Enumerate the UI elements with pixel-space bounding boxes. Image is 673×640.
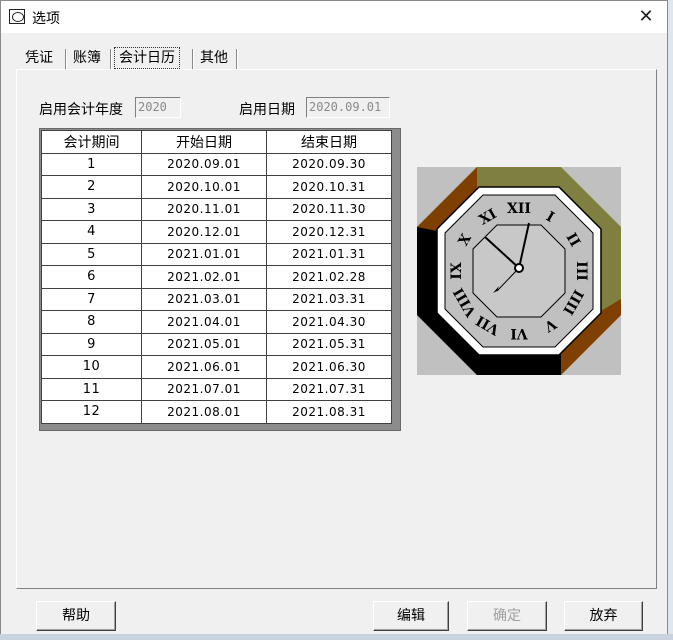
end-date-cell[interactable]: 2021.02.28 bbox=[266, 265, 392, 289]
start-date-cell[interactable]: 2021.04.01 bbox=[141, 310, 267, 334]
end-date-cell[interactable]: 2020.11.30 bbox=[266, 197, 392, 221]
table-row[interactable]: 12 2021.08.01 2021.08.31 bbox=[41, 400, 392, 424]
fiscal-year-label: 启用会计年度 bbox=[39, 102, 123, 118]
edit-button[interactable]: 编辑 bbox=[373, 601, 449, 631]
table-row[interactable]: 2 2020.10.01 2020.10.31 bbox=[41, 175, 392, 199]
start-date-cell[interactable]: 2020.10.01 bbox=[141, 175, 267, 199]
fiscal-year-field[interactable]: 2020 bbox=[135, 97, 181, 118]
close-icon[interactable]: ✕ bbox=[631, 5, 661, 29]
start-date-cell[interactable]: 2021.02.01 bbox=[141, 265, 267, 289]
end-date-cell[interactable]: 2021.07.31 bbox=[266, 377, 392, 401]
start-date-field[interactable]: 2020.09.01 bbox=[306, 97, 390, 118]
end-date-cell[interactable]: 2021.01.31 bbox=[266, 242, 392, 266]
end-date-cell[interactable]: 2020.10.31 bbox=[266, 175, 392, 199]
period-cell[interactable]: 11 bbox=[41, 377, 142, 401]
tab-ledger[interactable]: 账簿 bbox=[69, 47, 105, 69]
clock-numeral: III bbox=[573, 261, 589, 281]
column-header-start-date[interactable]: 开始日期 bbox=[141, 130, 267, 154]
table-row[interactable]: 9 2021.05.01 2021.05.31 bbox=[41, 332, 392, 356]
period-cell[interactable]: 3 bbox=[41, 197, 142, 221]
period-cell[interactable]: 10 bbox=[41, 355, 142, 379]
column-header-period[interactable]: 会计期间 bbox=[41, 130, 142, 154]
period-cell[interactable]: 7 bbox=[41, 287, 142, 311]
tab-separator bbox=[236, 49, 238, 69]
end-date-cell[interactable]: 2021.04.30 bbox=[266, 310, 392, 334]
clock-illustration: XII IIIIIIIIIIVVIVIIVIIIIXXXI bbox=[417, 167, 621, 375]
period-table: 会计期间 开始日期 结束日期 1 2020.09.01 2020.09.30 2 202… bbox=[41, 130, 392, 424]
tab-voucher[interactable]: 凭证 bbox=[21, 47, 57, 69]
start-date-cell[interactable]: 2021.01.01 bbox=[141, 242, 267, 266]
start-date-cell[interactable]: 2021.06.01 bbox=[141, 355, 267, 379]
tab-other[interactable]: 其他 bbox=[196, 47, 232, 69]
end-date-cell[interactable]: 2020.12.31 bbox=[266, 220, 392, 244]
table-row[interactable]: 11 2021.07.01 2021.07.31 bbox=[41, 377, 392, 401]
end-date-cell[interactable]: 2021.08.31 bbox=[266, 400, 392, 424]
period-cell[interactable]: 2 bbox=[41, 175, 142, 199]
period-grid: 会计期间 开始日期 结束日期 1 2020.09.01 2020.09.30 2 202… bbox=[39, 128, 401, 431]
clock-numeral: VI bbox=[510, 325, 528, 341]
clock-center-pin bbox=[514, 263, 524, 273]
period-cell[interactable]: 1 bbox=[41, 152, 142, 176]
tab-separator bbox=[192, 49, 194, 69]
period-cell[interactable]: 6 bbox=[41, 265, 142, 289]
window-title: 选项 bbox=[32, 11, 60, 27]
table-row[interactable]: 6 2021.02.01 2021.02.28 bbox=[41, 265, 392, 289]
period-cell[interactable]: 12 bbox=[41, 400, 142, 424]
table-row[interactable]: 7 2021.03.01 2021.03.31 bbox=[41, 287, 392, 311]
column-header-end-date[interactable]: 结束日期 bbox=[266, 130, 392, 154]
start-date-cell[interactable]: 2020.12.01 bbox=[141, 220, 267, 244]
desktop-bottom-strip bbox=[0, 634, 673, 640]
clock-numeral: IX bbox=[449, 262, 465, 280]
table-row[interactable]: 1 2020.09.01 2020.09.30 bbox=[41, 152, 392, 176]
start-date-cell[interactable]: 2021.07.01 bbox=[141, 377, 267, 401]
start-date-cell[interactable]: 2020.11.01 bbox=[141, 197, 267, 221]
tab-separator bbox=[65, 49, 67, 69]
period-cell[interactable]: 4 bbox=[41, 220, 142, 244]
confirm-button[interactable]: 确定 bbox=[467, 601, 547, 631]
end-date-cell[interactable]: 2021.05.31 bbox=[266, 332, 392, 356]
period-cell[interactable]: 8 bbox=[41, 310, 142, 334]
options-dialog: 选项 ✕ 凭证 账簿 会计日历 其他 启用会计年度 2020 启用日期 2020… bbox=[0, 0, 668, 640]
start-date-cell[interactable]: 2021.03.01 bbox=[141, 287, 267, 311]
app-icon bbox=[9, 9, 25, 24]
table-row[interactable]: 4 2020.12.01 2020.12.31 bbox=[41, 220, 392, 244]
discard-button[interactable]: 放弃 bbox=[564, 601, 643, 631]
start-date-cell[interactable]: 2020.09.01 bbox=[141, 152, 267, 176]
table-row[interactable]: 5 2021.01.01 2021.01.31 bbox=[41, 242, 392, 266]
title-bar: 选项 ✕ bbox=[1, 1, 667, 33]
table-row[interactable]: 10 2021.06.01 2021.06.30 bbox=[41, 355, 392, 379]
start-date-cell[interactable]: 2021.05.01 bbox=[141, 332, 267, 356]
end-date-cell[interactable]: 2021.03.31 bbox=[266, 287, 392, 311]
start-date-cell[interactable]: 2021.08.01 bbox=[141, 400, 267, 424]
period-cell[interactable]: 5 bbox=[41, 242, 142, 266]
end-date-cell[interactable]: 2020.09.30 bbox=[266, 152, 392, 176]
desktop-edge bbox=[668, 0, 673, 640]
start-date-label: 启用日期 bbox=[239, 102, 295, 118]
tab-separator bbox=[110, 49, 112, 69]
end-date-cell[interactable]: 2021.06.30 bbox=[266, 355, 392, 379]
tab-accounting-calendar[interactable]: 会计日历 bbox=[114, 47, 180, 69]
table-row[interactable]: 3 2020.11.01 2020.11.30 bbox=[41, 197, 392, 221]
table-header-row: 会计期间 开始日期 结束日期 bbox=[41, 130, 392, 154]
period-cell[interactable]: 9 bbox=[41, 332, 142, 356]
help-button[interactable]: 帮助 bbox=[36, 601, 116, 631]
table-row[interactable]: 8 2021.04.01 2021.04.30 bbox=[41, 310, 392, 334]
clock-numeral: XII bbox=[507, 201, 531, 217]
